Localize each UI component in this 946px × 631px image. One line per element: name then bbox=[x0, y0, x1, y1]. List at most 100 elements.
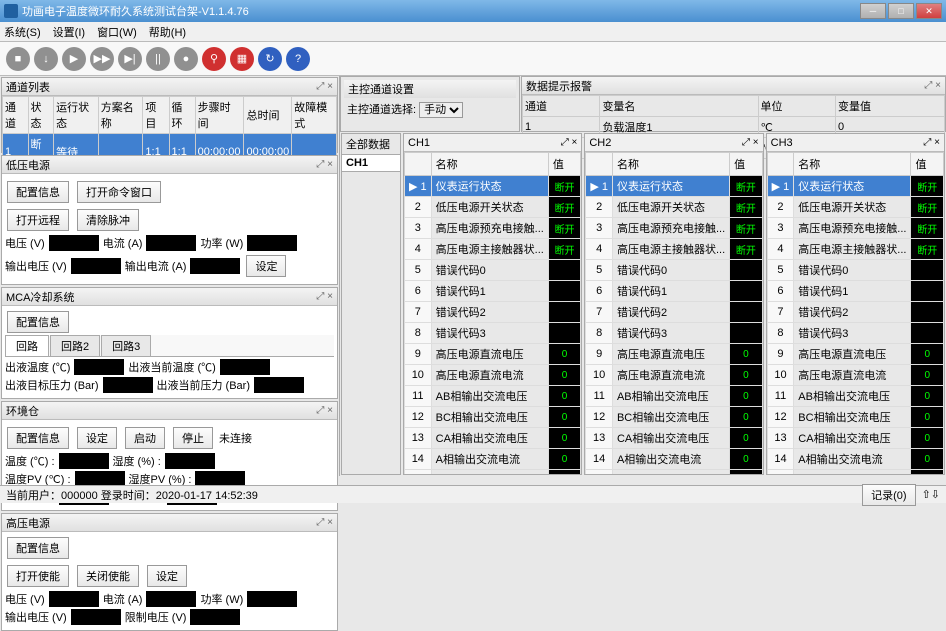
hv-panel: 高压电源⤢ × 配置信息 打开使能 关闭使能 设定 电压 (V) 电流 (A) … bbox=[1, 513, 338, 631]
table-row[interactable]: 13CA相输出交流电压0 bbox=[767, 428, 943, 449]
record-button[interactable]: 记录(0) bbox=[862, 484, 915, 506]
table-row[interactable]: 6错误代码1 bbox=[586, 281, 762, 302]
table-row[interactable]: 15B相输出交流电流0 bbox=[405, 470, 581, 475]
table-row[interactable]: 4高压电源主接触器状...断开 bbox=[767, 239, 943, 260]
table-row[interactable]: 11AB相输出交流电压0 bbox=[767, 386, 943, 407]
env-set-button[interactable]: 设定 bbox=[77, 427, 117, 449]
table-row[interactable]: 14A相输出交流电流0 bbox=[405, 449, 581, 470]
table-row[interactable]: 11AB相输出交流电压0 bbox=[586, 386, 762, 407]
mca-panel: MCA冷却系统⤢ × 配置信息 回路 回路2 回路3 出液温度 (℃) 出液当前… bbox=[1, 287, 338, 399]
table-row[interactable]: 5错误代码0 bbox=[405, 260, 581, 281]
table-row[interactable]: 12BC相输出交流电压0 bbox=[586, 407, 762, 428]
lv-config-button[interactable]: 配置信息 bbox=[7, 181, 69, 203]
env-stop-button[interactable]: 停止 bbox=[173, 427, 213, 449]
lv-title: 低压电源 bbox=[6, 157, 50, 173]
master-channel-select[interactable]: 手动 bbox=[419, 102, 463, 118]
env-status: 未连接 bbox=[219, 430, 252, 446]
tool-ff-icon[interactable]: ▶▶ bbox=[90, 47, 114, 71]
lv-remote-button[interactable]: 打开远程 bbox=[7, 209, 69, 231]
table-row[interactable]: 10高压电源直流电流0 bbox=[767, 365, 943, 386]
hv-disable-button[interactable]: 关闭使能 bbox=[77, 565, 139, 587]
tool-grid-icon[interactable]: ▦ bbox=[230, 47, 254, 71]
table-row[interactable]: 9高压电源直流电压0 bbox=[586, 344, 762, 365]
table-row[interactable]: 8错误代码3 bbox=[586, 323, 762, 344]
tool-refresh-icon[interactable]: ↻ bbox=[258, 47, 282, 71]
mca-tab3[interactable]: 回路3 bbox=[101, 335, 151, 356]
table-row[interactable]: 14A相输出交流电流0 bbox=[586, 449, 762, 470]
menu-help[interactable]: 帮助(H) bbox=[149, 24, 186, 40]
hv-set-button[interactable]: 设定 bbox=[147, 565, 187, 587]
table-row[interactable]: ▶ 1仪表运行状态断开 bbox=[405, 176, 581, 197]
table-row[interactable]: 15B相输出交流电流0 bbox=[586, 470, 762, 475]
env-config-button[interactable]: 配置信息 bbox=[7, 427, 69, 449]
table-row[interactable]: 5错误代码0 bbox=[767, 260, 943, 281]
menu-system[interactable]: 系统(S) bbox=[4, 24, 41, 40]
table-row[interactable]: 9高压电源直流电压0 bbox=[405, 344, 581, 365]
mca-tab2[interactable]: 回路2 bbox=[50, 335, 100, 356]
table-row[interactable]: 3高压电源预充电接触...断开 bbox=[586, 218, 762, 239]
tool-help-icon[interactable]: ? bbox=[286, 47, 310, 71]
table-row[interactable]: 12BC相输出交流电压0 bbox=[405, 407, 581, 428]
table-row[interactable]: 9高压电源直流电压0 bbox=[767, 344, 943, 365]
env-start-button[interactable]: 启动 bbox=[125, 427, 165, 449]
table-row[interactable]: 8错误代码3 bbox=[405, 323, 581, 344]
ch2-panel: CH2⤢ ×名称值▶ 1仪表运行状态断开2低压电源开关状态断开3高压电源预充电接… bbox=[584, 133, 763, 475]
table-row[interactable]: 7错误代码2 bbox=[767, 302, 943, 323]
table-row[interactable]: 10高压电源直流电流0 bbox=[586, 365, 762, 386]
lv-cmdwin-button[interactable]: 打开命令窗口 bbox=[77, 181, 161, 203]
allchannel-tabs: 全部数据 CH1 bbox=[341, 133, 401, 475]
tool-play-icon[interactable]: ▶ bbox=[62, 47, 86, 71]
statusbar: 当前用户：000000 登录时间：2020-01-17 14:52:39 记录(… bbox=[0, 485, 946, 503]
table-row[interactable]: 2低压电源开关状态断开 bbox=[405, 197, 581, 218]
table-row[interactable]: 13CA相输出交流电压0 bbox=[405, 428, 581, 449]
table-row[interactable]: 7错误代码2 bbox=[405, 302, 581, 323]
tool-pause-icon[interactable]: || bbox=[146, 47, 170, 71]
table-row[interactable]: 12BC相输出交流电压0 bbox=[767, 407, 943, 428]
tool-search-icon[interactable]: ⚲ bbox=[202, 47, 226, 71]
lv-set-button[interactable]: 设定 bbox=[246, 255, 286, 277]
app-icon bbox=[4, 4, 18, 18]
mca-tab1[interactable]: 回路 bbox=[5, 335, 49, 356]
table-row[interactable]: 14A相输出交流电流0 bbox=[767, 449, 943, 470]
table-row[interactable]: 8错误代码3 bbox=[767, 323, 943, 344]
tool-skip-icon[interactable]: ▶| bbox=[118, 47, 142, 71]
titlebar: 功画电子温度微环耐久系统测试台架-V1.1.4.76 ─ □ ✕ bbox=[0, 0, 946, 22]
lv-clear-button[interactable]: 清除脉冲 bbox=[77, 209, 139, 231]
table-row[interactable]: 2低压电源开关状态断开 bbox=[586, 197, 762, 218]
tool-download-icon[interactable]: ↓ bbox=[34, 47, 58, 71]
table-row[interactable]: 3高压电源预充电接触...断开 bbox=[405, 218, 581, 239]
toolbar: ■ ↓ ▶ ▶▶ ▶| || ● ⚲ ▦ ↻ ? bbox=[0, 42, 946, 76]
minimize-button[interactable]: ─ bbox=[860, 3, 886, 19]
table-row[interactable]: ▶ 1仪表运行状态断开 bbox=[586, 176, 762, 197]
table-row[interactable]: 7错误代码2 bbox=[586, 302, 762, 323]
table-row[interactable]: 10高压电源直流电流0 bbox=[405, 365, 581, 386]
menu-settings[interactable]: 设置(I) bbox=[53, 24, 85, 40]
close-button[interactable]: ✕ bbox=[916, 3, 942, 19]
pin-icon[interactable]: ⤢ × bbox=[316, 81, 333, 92]
table-row[interactable]: 15B相输出交流电流0 bbox=[767, 470, 943, 475]
close-icon[interactable]: ⤢ × bbox=[561, 137, 578, 148]
alarm-panel: 数据提示报警⤢ × 通道变量名单位变量值1负载温度1℃01负载温度2℃0 bbox=[521, 76, 946, 132]
mca-config-button[interactable]: 配置信息 bbox=[7, 311, 69, 333]
status-user: 当前用户：000000 登录时间：2020-01-17 14:52:39 bbox=[6, 487, 258, 503]
tool-stop-icon[interactable]: ■ bbox=[6, 47, 30, 71]
table-row[interactable]: 11AB相输出交流电压0 bbox=[405, 386, 581, 407]
hv-config-button[interactable]: 配置信息 bbox=[7, 537, 69, 559]
table-row[interactable]: 4高压电源主接触器状...断开 bbox=[586, 239, 762, 260]
tab-alldata[interactable]: 全部数据 bbox=[342, 134, 400, 155]
channel-list-title: 通道列表 bbox=[6, 79, 50, 95]
table-row[interactable]: ▶ 1仪表运行状态断开 bbox=[767, 176, 943, 197]
menu-window[interactable]: 窗口(W) bbox=[97, 24, 137, 40]
table-row[interactable]: 2低压电源开关状态断开 bbox=[767, 197, 943, 218]
hv-enable-button[interactable]: 打开使能 bbox=[7, 565, 69, 587]
table-row[interactable]: 6错误代码1 bbox=[405, 281, 581, 302]
table-row[interactable]: 6错误代码1 bbox=[767, 281, 943, 302]
tab-ch1[interactable]: CH1 bbox=[342, 155, 400, 172]
table-row[interactable]: 4高压电源主接触器状...断开 bbox=[405, 239, 581, 260]
table-row[interactable]: 13CA相输出交流电压0 bbox=[586, 428, 762, 449]
maximize-button[interactable]: □ bbox=[888, 3, 914, 19]
lv-current bbox=[146, 235, 196, 251]
table-row[interactable]: 5错误代码0 bbox=[586, 260, 762, 281]
tool-record-icon[interactable]: ● bbox=[174, 47, 198, 71]
table-row[interactable]: 3高压电源预充电接触...断开 bbox=[767, 218, 943, 239]
